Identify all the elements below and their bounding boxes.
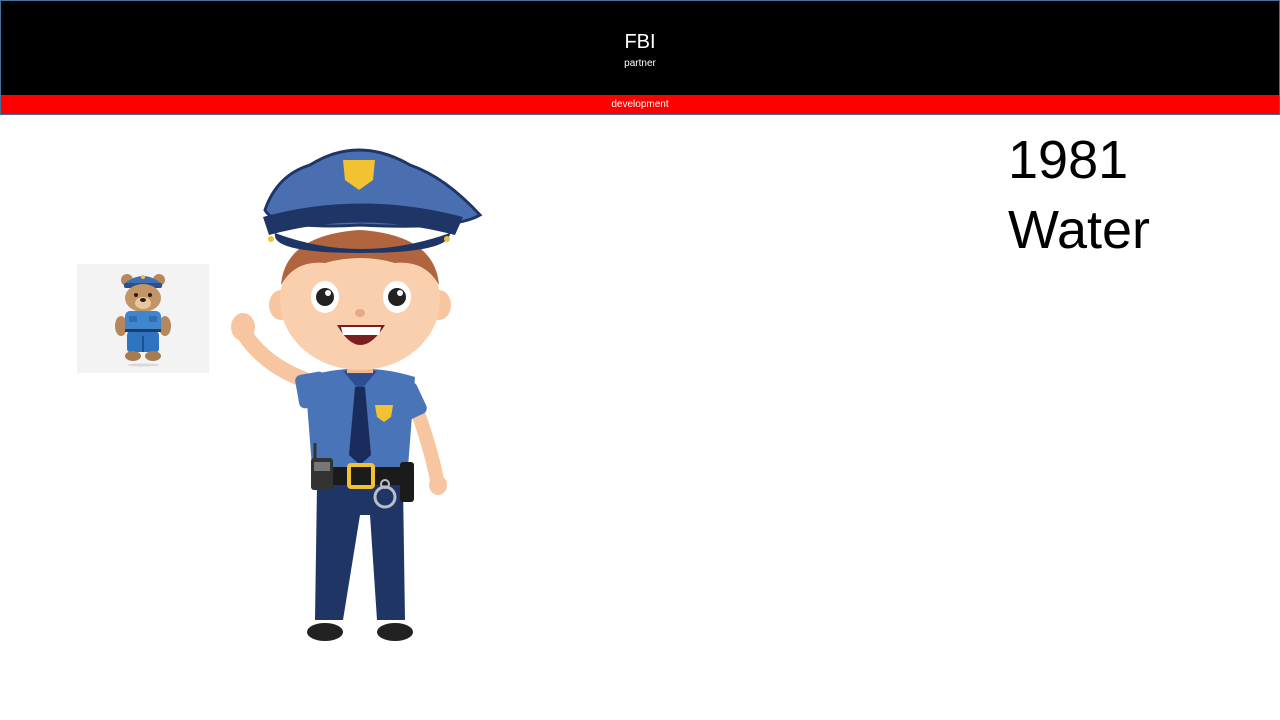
- slide: FBI partner development 1981 Water: [0, 0, 1280, 720]
- police-officer-icon: [231, 148, 483, 641]
- police-teddy-bear-image: [77, 264, 209, 373]
- header-bar: FBI partner: [0, 0, 1280, 96]
- header-title: FBI: [624, 31, 656, 53]
- teddy-bear-icon: [115, 274, 171, 367]
- year-text: 1981: [1008, 130, 1129, 190]
- right-text-block: 1981 Water: [1008, 125, 1150, 265]
- word-text: Water: [1008, 200, 1151, 260]
- cartoon-police-officer-image: [225, 135, 485, 650]
- ribbon-bar: development: [0, 95, 1280, 115]
- header-subtitle: partner: [624, 58, 656, 69]
